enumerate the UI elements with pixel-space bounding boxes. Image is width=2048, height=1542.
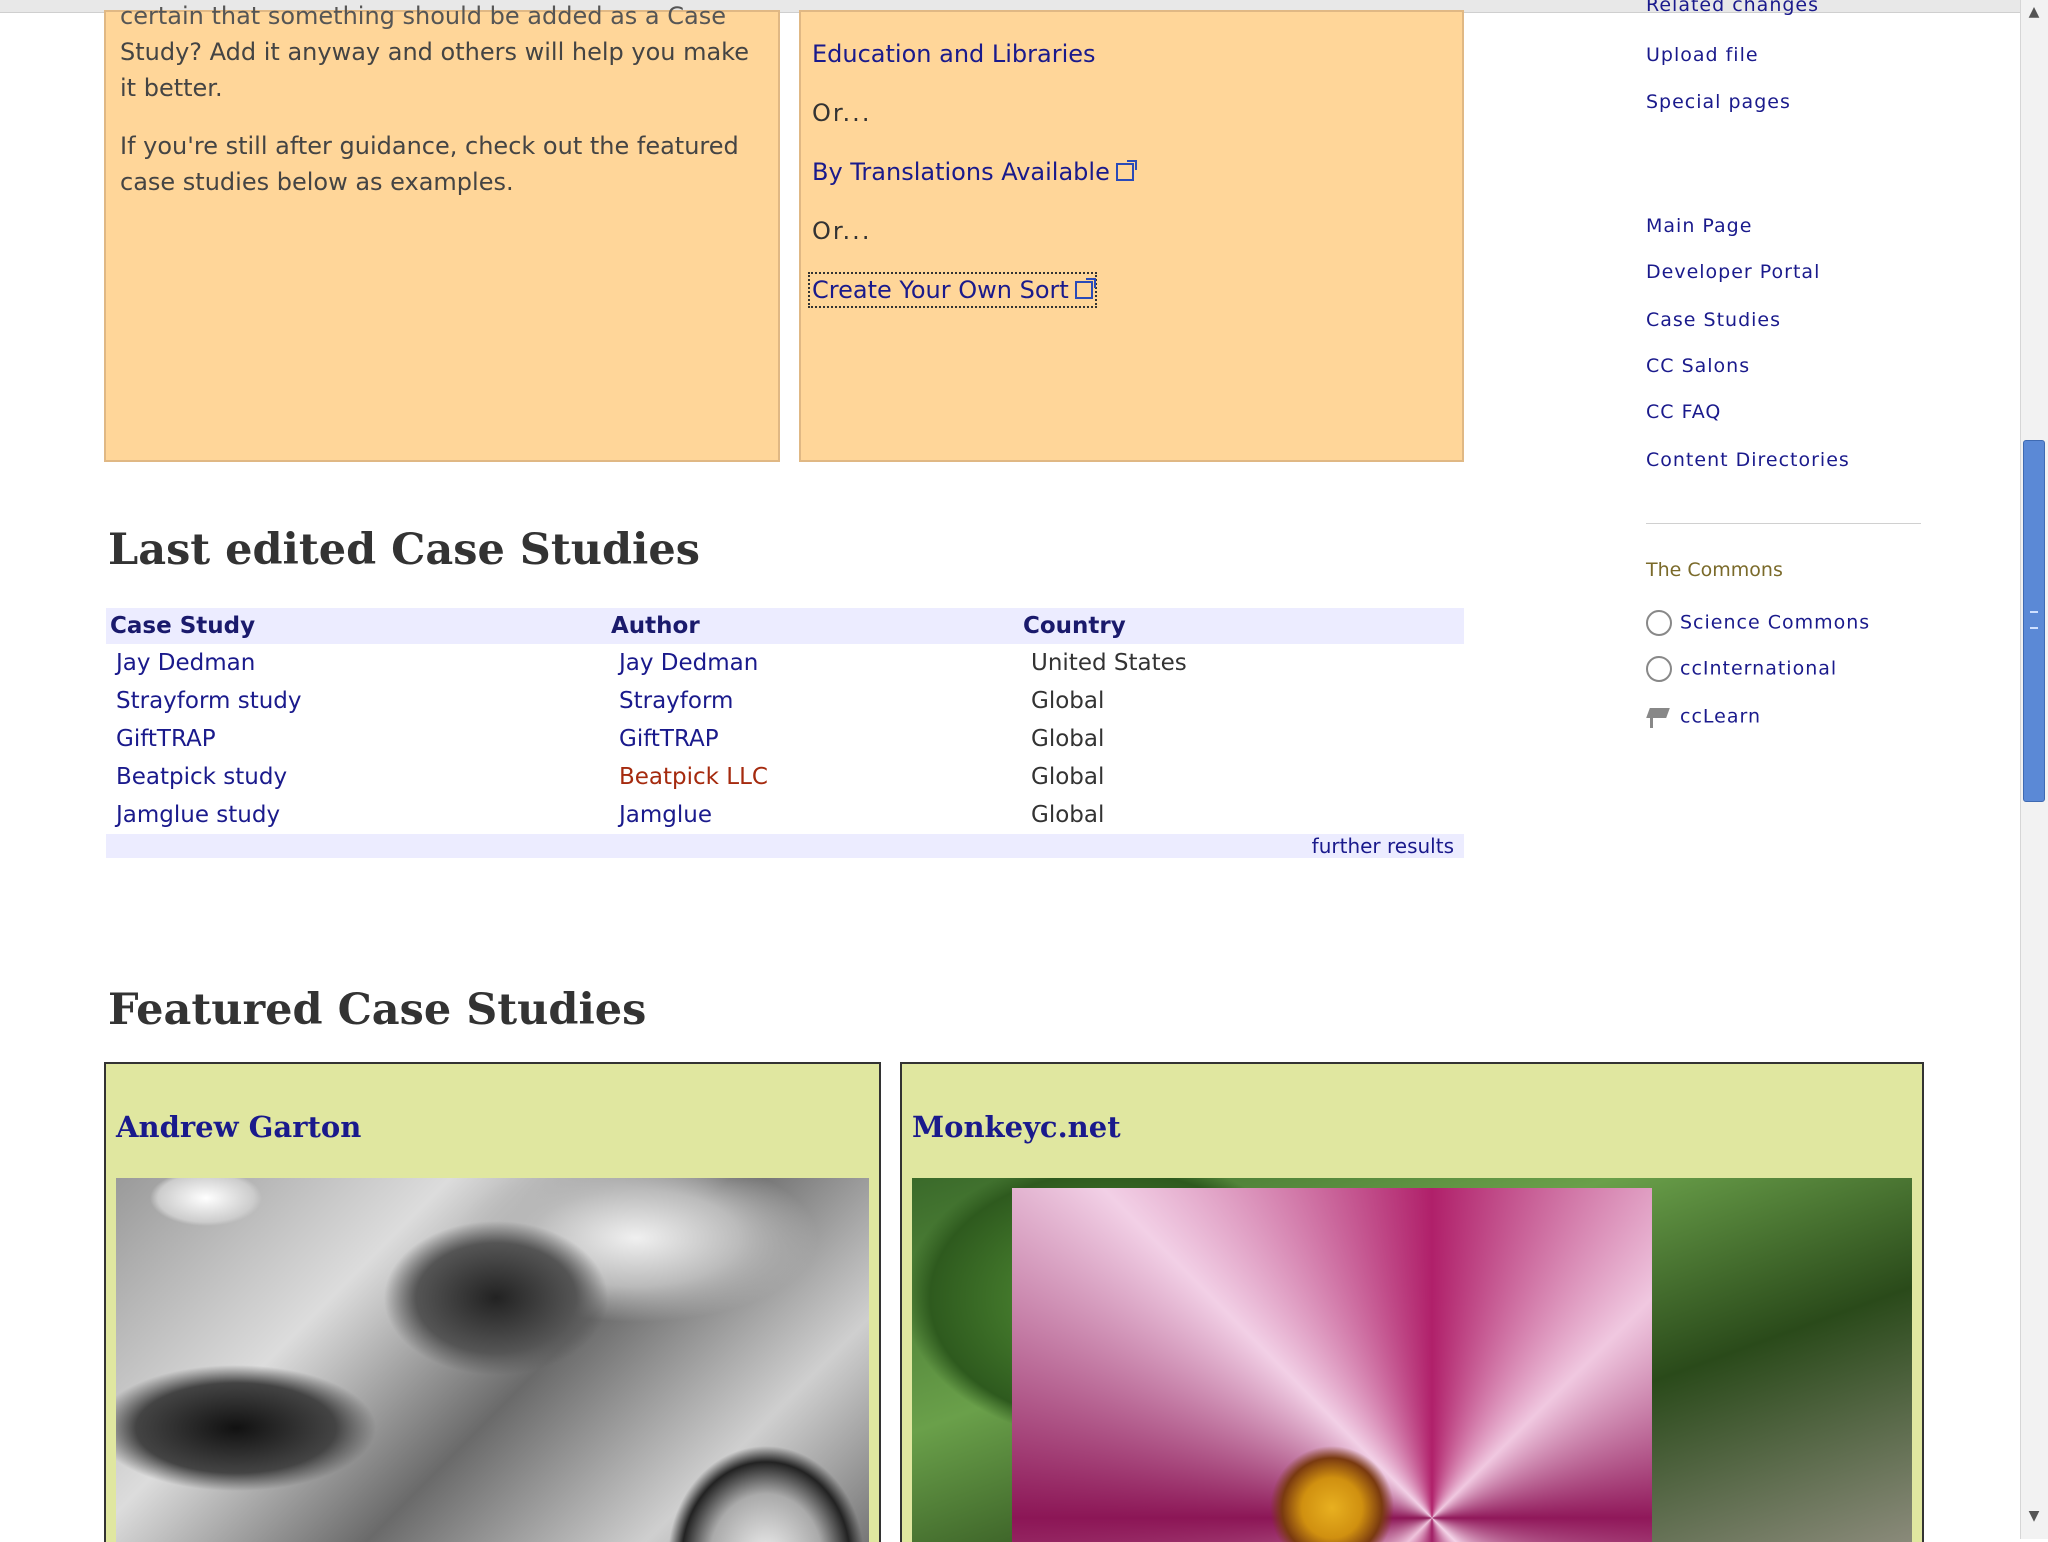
- create-your-own-sort-link[interactable]: Create Your Own Sort: [808, 272, 1097, 308]
- featured-card-title[interactable]: Andrew Garton: [116, 1110, 361, 1144]
- intro-text: certain that something should be added a…: [120, 0, 764, 106]
- table-row: Strayform study Strayform Global: [106, 682, 1464, 720]
- table-header: Case Study Author Country: [106, 608, 1464, 644]
- scroll-down-arrow-icon[interactable]: ▼: [2023, 1508, 2045, 1530]
- column-header-country[interactable]: Country: [1023, 608, 1464, 644]
- scrollbar-grip-icon: [2030, 611, 2038, 629]
- country-cell: Global: [1031, 802, 1105, 828]
- table-row: Jay Dedman Jay Dedman United States: [106, 644, 1464, 682]
- globe-icon: [1646, 656, 1672, 682]
- sidebar-item-main-page[interactable]: Main Page: [1646, 215, 1752, 237]
- author-link[interactable]: Beatpick LLC: [619, 764, 768, 790]
- sidebar-commons-title: The Commons: [1646, 559, 1783, 581]
- case-study-link[interactable]: Strayform study: [116, 688, 302, 714]
- author-link[interactable]: Jamglue: [619, 802, 712, 828]
- science-commons-icon: [1646, 610, 1672, 636]
- sidebar-item-upload-file[interactable]: Upload file: [1646, 44, 1759, 66]
- graduation-cap-icon: [1646, 704, 1672, 730]
- sidebar-item-cc-salons[interactable]: CC Salons: [1646, 355, 1750, 377]
- featured-card-image[interactable]: [912, 1178, 1912, 1542]
- featured-card-image[interactable]: [116, 1178, 869, 1542]
- external-link-icon: [1115, 160, 1137, 181]
- intro-paragraph-1: Study? Add it anyway and others will hel…: [120, 38, 749, 102]
- author-link[interactable]: Jay Dedman: [619, 650, 758, 676]
- scroll-up-arrow-icon[interactable]: ▲: [2023, 4, 2045, 26]
- author-link[interactable]: Strayform: [619, 688, 733, 714]
- or-separator: Or...: [812, 99, 872, 127]
- sidebar-item-science-commons[interactable]: Science Commons: [1646, 610, 1870, 636]
- table-row: Jamglue study Jamglue Global: [106, 796, 1464, 834]
- featured-card: Andrew Garton: [104, 1062, 881, 1542]
- translations-available-link[interactable]: By Translations Available: [812, 158, 1137, 186]
- country-cell: United States: [1031, 650, 1187, 676]
- or-separator: Or...: [812, 217, 872, 245]
- sidebar-item-cc-international[interactable]: ccInternational: [1646, 656, 1837, 682]
- country-cell: Global: [1031, 764, 1105, 790]
- author-link[interactable]: GiftTRAP: [619, 726, 719, 752]
- case-study-link[interactable]: Jay Dedman: [116, 650, 255, 676]
- sidebar-item-developer-portal[interactable]: Developer Portal: [1646, 261, 1820, 283]
- translations-available-label: By Translations Available: [812, 158, 1110, 186]
- further-results-link[interactable]: further results: [1312, 834, 1454, 858]
- create-your-own-sort-label: Create Your Own Sort: [812, 276, 1069, 304]
- column-header-author[interactable]: Author: [611, 608, 1023, 644]
- sidebar-item-content-directories[interactable]: Content Directories: [1646, 449, 1850, 471]
- sidebar-divider: [1646, 523, 1921, 524]
- sidebar-item-related-changes[interactable]: Related changes: [1646, 0, 1819, 16]
- vertical-scrollbar[interactable]: ▲ ▼: [2020, 0, 2048, 1539]
- external-link-icon: [1074, 278, 1096, 299]
- featured-heading: Featured Case Studies: [108, 985, 647, 1035]
- intro-box-left: certain that something should be added a…: [104, 2, 780, 462]
- column-header-case-study[interactable]: Case Study: [106, 608, 611, 644]
- sidebar-item-cc-learn[interactable]: ccLearn: [1646, 704, 1761, 730]
- intro-line-cut: certain that something should be added a…: [120, 2, 726, 30]
- case-study-link[interactable]: Jamglue study: [116, 802, 280, 828]
- sidebar-item-label: Science Commons: [1680, 611, 1871, 634]
- sidebar-item-label: ccLearn: [1680, 705, 1761, 728]
- featured-card-title[interactable]: Monkeyc.net: [912, 1110, 1121, 1144]
- last-edited-heading: Last edited Case Studies: [108, 525, 700, 575]
- intro-box-right: Education and Libraries Or... By Transla…: [799, 10, 1464, 462]
- table-row: GiftTRAP GiftTRAP Global: [106, 720, 1464, 758]
- country-cell: Global: [1031, 688, 1105, 714]
- sidebar-item-label: ccInternational: [1680, 657, 1838, 680]
- table-footer: further results: [106, 834, 1464, 858]
- table-row: Beatpick study Beatpick LLC Global: [106, 758, 1464, 796]
- sidebar-item-cc-faq[interactable]: CC FAQ: [1646, 401, 1721, 423]
- case-study-link[interactable]: GiftTRAP: [116, 726, 216, 752]
- sidebar-item-special-pages[interactable]: Special pages: [1646, 91, 1791, 113]
- featured-card: Monkeyc.net: [900, 1062, 1924, 1542]
- intro-paragraph-2: If you're still after guidance, check ou…: [120, 132, 739, 196]
- country-cell: Global: [1031, 726, 1105, 752]
- case-study-link[interactable]: Beatpick study: [116, 764, 287, 790]
- education-libraries-link[interactable]: Education and Libraries: [812, 40, 1096, 68]
- scrollbar-thumb[interactable]: [2023, 440, 2045, 802]
- last-edited-table: Case Study Author Country Jay Dedman Jay…: [106, 608, 1464, 858]
- sidebar-item-case-studies[interactable]: Case Studies: [1646, 309, 1781, 331]
